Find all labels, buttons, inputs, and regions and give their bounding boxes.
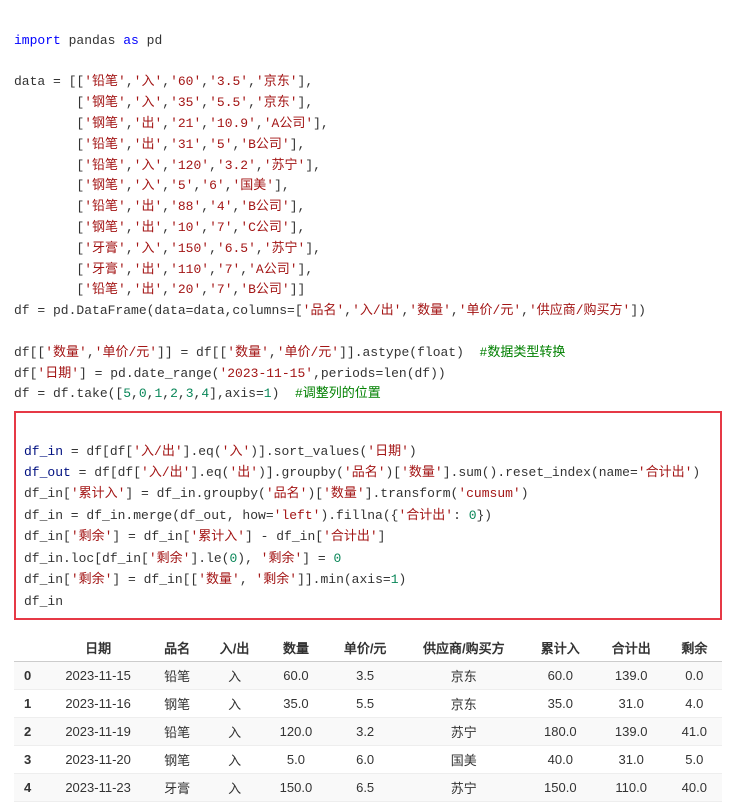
col-header-total-out: 合计出 [596,634,667,662]
col-header-supplier: 供应商/购买方 [403,634,525,662]
cell-r2-c2: 铅笔 [150,718,205,746]
cell-r4-c6: 苏宁 [403,774,525,802]
cell-r0-c4: 60.0 [264,662,327,690]
as-keyword: as [123,33,139,48]
cell-r4-c0: 4 [14,774,47,802]
cell-r4-c3: 入 [205,774,265,802]
table-row: 22023-11-19铅笔入120.03.2苏宁180.0139.041.0 [14,718,722,746]
cell-r2-c7: 180.0 [525,718,596,746]
col-header-product: 品名 [150,634,205,662]
cell-r3-c8: 31.0 [596,746,667,774]
cell-r0-c2: 铅笔 [150,662,205,690]
table-row: 12023-11-16钢笔入35.05.5京东35.031.04.0 [14,690,722,718]
col-header-qty: 数量 [264,634,327,662]
cell-r1-c9: 4.0 [667,690,722,718]
cell-r2-c5: 3.2 [328,718,403,746]
import-keyword: import [14,33,61,48]
code-section: import pandas as pd data = [['铅笔','入','6… [14,10,722,405]
cell-r0-c0: 0 [14,662,47,690]
cell-r3-c9: 5.0 [667,746,722,774]
cell-r0-c8: 139.0 [596,662,667,690]
cell-r2-c8: 139.0 [596,718,667,746]
cell-r2-c1: 2023-11-19 [47,718,150,746]
cell-r4-c7: 150.0 [525,774,596,802]
col-header-inout: 入/出 [205,634,265,662]
cell-r3-c6: 国美 [403,746,525,774]
col-header-price: 单价/元 [328,634,403,662]
cell-r1-c5: 5.5 [328,690,403,718]
cell-r4-c5: 6.5 [328,774,403,802]
cell-r3-c4: 5.0 [264,746,327,774]
cell-r2-c0: 2 [14,718,47,746]
cell-r3-c0: 3 [14,746,47,774]
cell-r2-c9: 41.0 [667,718,722,746]
col-header-cumulative: 累计入 [525,634,596,662]
cell-r2-c6: 苏宁 [403,718,525,746]
cell-r1-c0: 1 [14,690,47,718]
cell-r0-c1: 2023-11-15 [47,662,150,690]
cell-r4-c1: 2023-11-23 [47,774,150,802]
cell-r0-c6: 京东 [403,662,525,690]
cell-r1-c8: 31.0 [596,690,667,718]
cell-r3-c2: 钢笔 [150,746,205,774]
cell-r4-c8: 110.0 [596,774,667,802]
cell-r3-c3: 入 [205,746,265,774]
table-header-row: 日期 品名 入/出 数量 单价/元 供应商/购买方 累计入 合计出 剩余 [14,634,722,662]
col-header-date: 日期 [47,634,150,662]
cell-r0-c3: 入 [205,662,265,690]
col-header-index [14,634,47,662]
cell-r0-c7: 60.0 [525,662,596,690]
table-row: 02023-11-15铅笔入60.03.5京东60.0139.00.0 [14,662,722,690]
cell-r4-c4: 150.0 [264,774,327,802]
cell-r3-c1: 2023-11-20 [47,746,150,774]
table-row: 32023-11-20钢笔入5.06.0国美40.031.05.0 [14,746,722,774]
cell-r1-c2: 钢笔 [150,690,205,718]
cell-r2-c3: 入 [205,718,265,746]
cell-r4-c2: 牙膏 [150,774,205,802]
cell-r2-c4: 120.0 [264,718,327,746]
cell-r1-c1: 2023-11-16 [47,690,150,718]
cell-r1-c6: 京东 [403,690,525,718]
cell-r3-c5: 6.0 [328,746,403,774]
dataframe-table: 日期 品名 入/出 数量 单价/元 供应商/购买方 累计入 合计出 剩余 020… [14,634,722,802]
highlighted-code-block: df_in = df[df['入/出'].eq('入')].sort_value… [14,411,722,620]
cell-r4-c9: 40.0 [667,774,722,802]
cell-r1-c3: 入 [205,690,265,718]
cell-r3-c7: 40.0 [525,746,596,774]
cell-r0-c9: 0.0 [667,662,722,690]
col-header-remainder: 剩余 [667,634,722,662]
dataframe-table-section: 日期 品名 入/出 数量 单价/元 供应商/购买方 累计入 合计出 剩余 020… [14,634,722,802]
cell-r1-c7: 35.0 [525,690,596,718]
cell-r1-c4: 35.0 [264,690,327,718]
table-row: 42023-11-23牙膏入150.06.5苏宁150.0110.040.0 [14,774,722,802]
cell-r0-c5: 3.5 [328,662,403,690]
